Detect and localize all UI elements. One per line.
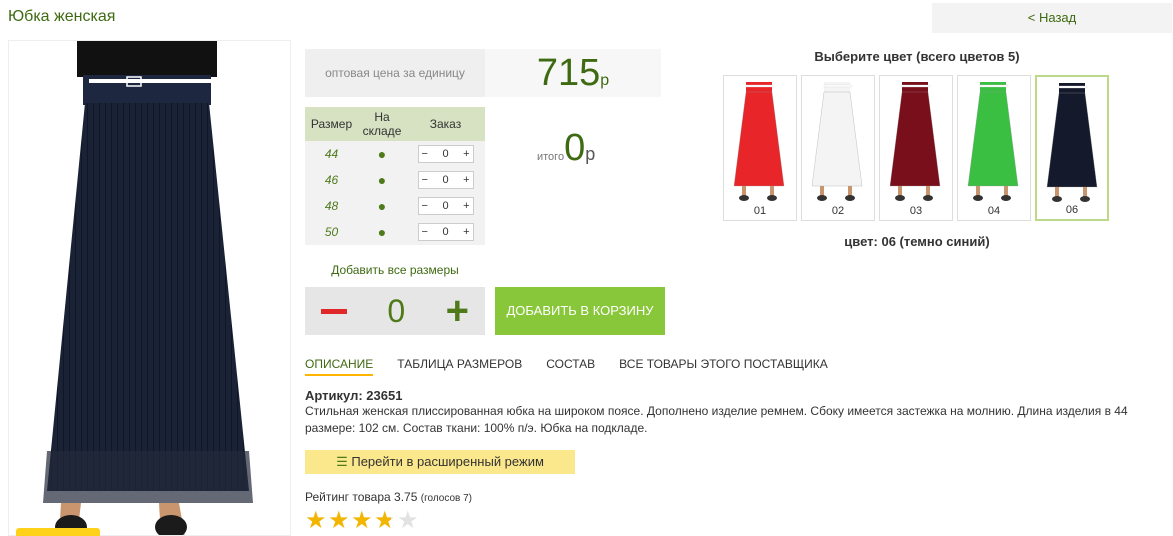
price-currency: р — [600, 72, 610, 89]
quantity-stepper[interactable]: 0 + — [305, 287, 485, 335]
plus-icon[interactable]: + — [463, 148, 469, 160]
star-icon[interactable]: ★ — [328, 509, 351, 533]
tab-description[interactable]: ОПИСАНИЕ — [305, 357, 374, 376]
size-cell: 50 — [305, 219, 358, 245]
minus-icon[interactable] — [321, 308, 347, 314]
header-size: Размер — [305, 107, 358, 141]
stock-dot: ● — [358, 141, 406, 167]
skirt-thumbnail — [811, 82, 863, 201]
total-currency: р — [585, 144, 596, 164]
plus-icon[interactable]: + — [463, 200, 469, 212]
skirt-thumbnail — [733, 82, 785, 201]
color-swatch-04[interactable]: 04 — [957, 75, 1031, 221]
star-icon[interactable]: ★ — [305, 509, 328, 533]
qty-stepper[interactable]: − 0 + — [417, 223, 474, 241]
minus-icon[interactable]: − — [422, 200, 428, 212]
sizes-table: Размер На складе Заказ 44 ● − 0 + 46 ● − 0 +… — [305, 107, 485, 245]
table-row: 48 ● − 0 + — [305, 193, 485, 219]
size-cell: 48 — [305, 193, 358, 219]
qty-value[interactable]: 0 — [442, 148, 448, 160]
tab-supplier-products[interactable]: ВСЕ ТОВАРЫ ЭТОГО ПОСТАВЩИКА — [619, 357, 828, 376]
total-value: 0 — [564, 127, 586, 169]
color-number: 01 — [753, 205, 767, 217]
color-picker-title: Выберите цвет (всего цветов 5) — [814, 49, 1020, 64]
header-order: Заказ — [406, 107, 485, 141]
product-main-image[interactable] — [8, 40, 291, 536]
tab-composition[interactable]: СОСТАВ — [546, 357, 595, 376]
qty-stepper[interactable]: − 0 + — [417, 171, 474, 189]
stock-dot: ● — [358, 167, 406, 193]
stock-dot: ● — [358, 219, 406, 245]
color-number: 04 — [987, 205, 1001, 217]
color-number: 06 — [1065, 204, 1079, 216]
color-swatch-01[interactable]: 01 — [723, 75, 797, 221]
color-swatch-03[interactable]: 03 — [879, 75, 953, 221]
add-all-sizes-link[interactable]: Добавить все размеры — [305, 263, 485, 277]
product-tabs: ОПИСАНИЕ ТАБЛИЦА РАЗМЕРОВ СОСТАВ ВСЕ ТОВ… — [305, 357, 852, 376]
price-number: 715 — [536, 52, 601, 94]
qty-stepper[interactable]: − 0 + — [417, 197, 474, 215]
stock-dot: ● — [358, 193, 406, 219]
advanced-mode-label: Перейти в расширенный режим — [351, 454, 544, 469]
selected-color-label: цвет: 06 (темно синий) — [844, 234, 990, 249]
skirt-thumbnail — [1046, 83, 1098, 202]
star-icon[interactable]: ★ — [351, 509, 374, 533]
qty-value[interactable]: 0 — [442, 174, 448, 186]
table-row: 50 ● − 0 + — [305, 219, 485, 245]
minus-icon[interactable]: − — [422, 148, 428, 160]
page-title: Юбка женская — [8, 8, 116, 25]
header-stock: На складе — [358, 107, 406, 141]
color-number: 03 — [909, 205, 923, 217]
tab-size-table[interactable]: ТАБЛИЦА РАЗМЕРОВ — [397, 357, 522, 376]
plus-icon[interactable]: + — [463, 174, 469, 186]
rating-text: Рейтинг товара 3.75 (голосов 7) — [305, 490, 472, 504]
add-to-cart-button[interactable]: ДОБАВИТЬ В КОРЗИНУ — [495, 287, 665, 335]
back-link[interactable]: < Назад — [932, 3, 1172, 33]
rating-votes: (голосов 7) — [420, 493, 472, 504]
qty-value[interactable]: 0 — [442, 200, 448, 212]
size-cell: 44 — [305, 141, 358, 167]
table-row: 46 ● − 0 + — [305, 167, 485, 193]
advanced-mode-button[interactable]: ☰ Перейти в расширенный режим — [305, 450, 575, 474]
price-value: 715р — [485, 49, 661, 97]
star-icon[interactable]: ★ — [374, 509, 397, 533]
order-total: итого0р — [537, 127, 595, 170]
plus-icon[interactable]: + — [463, 226, 469, 238]
product-sku: Артикул: 23651 — [305, 388, 403, 403]
rating-stars[interactable]: ★ ★ ★ ★ ★ — [305, 509, 420, 533]
plus-icon[interactable]: + — [446, 291, 469, 331]
qty-stepper[interactable]: − 0 + — [417, 145, 474, 163]
skirt-thumbnail — [889, 82, 941, 201]
star-icon[interactable]: ★ — [397, 509, 420, 533]
list-icon: ☰ — [336, 454, 352, 469]
total-label: итого — [537, 151, 565, 163]
product-description: Стильная женская плиссированная юбка на … — [305, 404, 1128, 435]
quantity-value[interactable]: 0 — [387, 293, 405, 330]
table-row: 44 ● − 0 + — [305, 141, 485, 167]
color-swatch-06[interactable]: 06 — [1035, 75, 1109, 221]
rating-label: Рейтинг товара 3.75 — [305, 490, 418, 504]
color-number: 02 — [831, 205, 845, 217]
price-label: оптовая цена за единицу — [305, 49, 485, 97]
color-swatch-02[interactable]: 02 — [801, 75, 875, 221]
skirt-thumbnail — [967, 82, 1019, 201]
minus-icon[interactable]: − — [422, 174, 428, 186]
promo-tab[interactable] — [16, 528, 100, 536]
qty-value[interactable]: 0 — [442, 226, 448, 238]
minus-icon[interactable]: − — [422, 226, 428, 238]
size-cell: 46 — [305, 167, 358, 193]
